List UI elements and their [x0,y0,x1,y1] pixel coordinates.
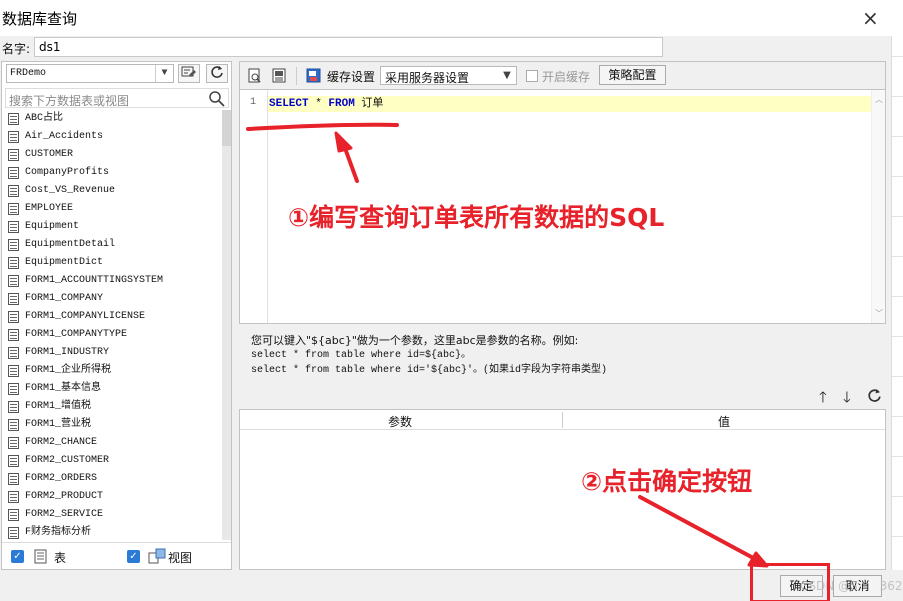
annotation-arrow [638,495,759,562]
arrowhead [334,131,353,153]
underline-mark [246,122,399,131]
highlight-box [750,563,830,601]
step1-annotation: ①编写查询订单表所有数据的SQL [288,203,665,232]
annotation-arrows [246,122,769,568]
step2-annotation: ②点击确定按钮 [581,467,753,496]
